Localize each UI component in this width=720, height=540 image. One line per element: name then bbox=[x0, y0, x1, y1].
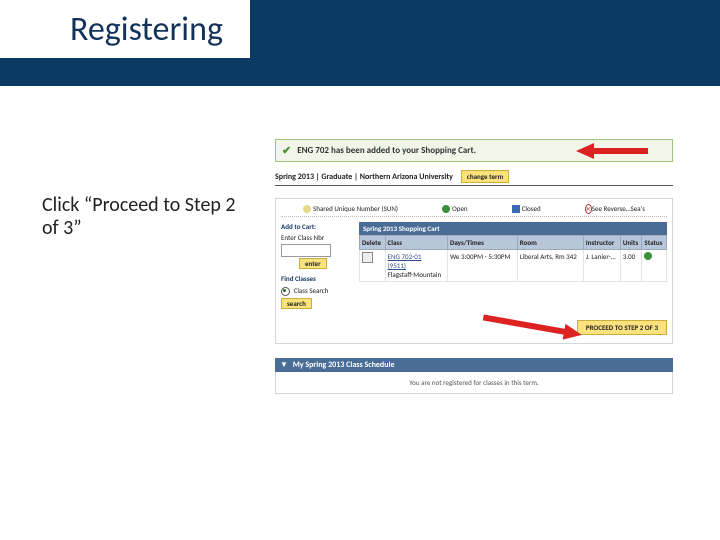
closed-icon bbox=[512, 205, 520, 213]
schedule-header[interactable]: ▼ My Spring 2013 Class Schedule bbox=[275, 358, 673, 372]
title-white-tab: Registering bbox=[0, 0, 250, 58]
enter-button[interactable]: enter bbox=[299, 258, 327, 269]
chevron-down-icon: ▼ bbox=[280, 360, 288, 370]
col-days: Days/Times bbox=[447, 236, 517, 250]
radio-icon bbox=[281, 287, 290, 296]
class-search-option[interactable]: Class Search bbox=[281, 286, 353, 296]
confirmation-banner: ✔ ENG 702 has been added to your Shoppin… bbox=[275, 139, 673, 162]
cart-title: Spring 2013 Shopping Cart bbox=[359, 222, 667, 235]
col-class: Class bbox=[385, 236, 447, 250]
col-delete: Delete bbox=[360, 236, 386, 250]
schedule-empty-msg: You are not registered for classes in th… bbox=[275, 372, 673, 394]
cart-table: Delete Class Days/Times Room Instructor … bbox=[359, 235, 667, 282]
schedule-section: ▼ My Spring 2013 Class Schedule You are … bbox=[275, 358, 673, 394]
proceed-row: PROCEED TO STEP 2 OF 3 bbox=[281, 316, 667, 338]
cell-room: Liberal Arts, Rm 342 bbox=[517, 250, 583, 282]
delete-icon[interactable] bbox=[362, 252, 373, 263]
page-title: Registering bbox=[70, 9, 223, 50]
search-button[interactable]: search bbox=[281, 298, 312, 309]
shopping-cart: Spring 2013 Shopping Cart Delete Class D… bbox=[359, 222, 667, 308]
enter-class-nbr-label: Enter Class Nbr bbox=[281, 233, 353, 242]
col-instructor: Instructor bbox=[583, 236, 620, 250]
find-classes-header: Find Classes bbox=[281, 274, 353, 283]
class-section[interactable]: (9511) bbox=[388, 261, 406, 270]
legend-sun: Shared Unique Number (SUN) bbox=[303, 204, 398, 213]
proceed-button[interactable]: PROCEED TO STEP 2 OF 3 bbox=[577, 320, 667, 335]
sun-icon bbox=[303, 205, 311, 213]
cell-days: We 3:00PM - 5:30PM bbox=[447, 250, 517, 282]
add-to-cart-header: Add to Cart: bbox=[281, 222, 353, 231]
reverse-icon: ✕ bbox=[585, 204, 592, 214]
annotation-arrow-2 bbox=[479, 312, 583, 359]
table-row: ENG 702-01 (9511) Flagstaff-Mountain We … bbox=[360, 250, 667, 282]
title-band: Registering bbox=[0, 0, 720, 86]
term-line: Spring 2013 | Graduate | Northern Arizon… bbox=[275, 170, 673, 186]
confirmation-text: ENG 702 has been added to your Shopping … bbox=[297, 145, 476, 156]
legend-reverse: ✕See Reverse…Sea's bbox=[585, 204, 645, 213]
legend-open: Open bbox=[442, 204, 467, 213]
class-campus: Flagstaff-Mountain bbox=[388, 270, 442, 279]
class-nbr-input[interactable] bbox=[281, 244, 331, 257]
col-room: Room bbox=[517, 236, 583, 250]
cell-instructor: J. Lanier-… bbox=[583, 250, 620, 282]
instruction-text: Click “Proceed to Step 2 of 3” bbox=[42, 194, 242, 240]
check-icon: ✔ bbox=[282, 144, 291, 157]
annotation-arrow-1 bbox=[576, 141, 646, 161]
open-icon bbox=[442, 205, 450, 213]
col-units: Units bbox=[620, 236, 642, 250]
cell-units: 3.00 bbox=[620, 250, 642, 282]
status-open-icon bbox=[644, 252, 652, 260]
legend-row: Shared Unique Number (SUN) Open Closed ✕… bbox=[281, 204, 667, 217]
col-status: Status bbox=[642, 236, 667, 250]
term-text: Spring 2013 | Graduate | Northern Arizon… bbox=[275, 172, 453, 182]
add-to-cart-box: Add to Cart: Enter Class Nbr enter Find … bbox=[281, 222, 353, 308]
cart-panel: Shared Unique Number (SUN) Open Closed ✕… bbox=[275, 198, 673, 344]
class-link[interactable]: ENG 702-01 bbox=[388, 252, 422, 261]
embedded-screenshot: ✔ ENG 702 has been added to your Shoppin… bbox=[274, 138, 674, 395]
change-term-button[interactable]: change term bbox=[461, 170, 509, 183]
legend-closed: Closed bbox=[512, 204, 541, 213]
